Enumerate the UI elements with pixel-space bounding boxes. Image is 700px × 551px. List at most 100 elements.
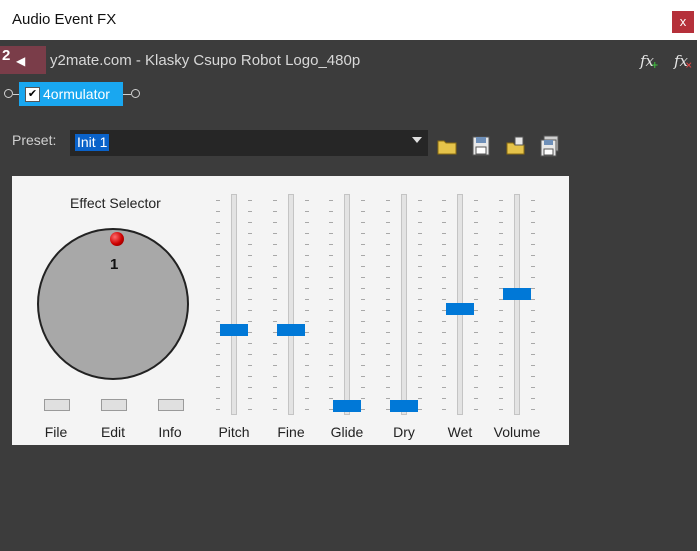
slider-tick <box>248 266 252 267</box>
slider-tick <box>386 387 390 388</box>
track-badge[interactable]: 2 ◀ <box>0 46 46 74</box>
slider-tick <box>305 288 309 289</box>
slider-tick <box>305 200 309 201</box>
slider-tick <box>273 222 277 223</box>
slider-tick <box>329 211 333 212</box>
slider-tick <box>273 354 277 355</box>
slider-tick <box>361 299 365 300</box>
slider-tick <box>418 288 422 289</box>
plus-icon: + <box>651 61 659 71</box>
copy-preset-icon[interactable] <box>504 135 526 157</box>
effect-selector-title: Effect Selector <box>70 195 161 211</box>
dry-slider-thumb[interactable] <box>390 400 418 412</box>
slider-tick <box>273 299 277 300</box>
slider-tick <box>216 222 220 223</box>
close-button[interactable]: x <box>672 11 694 33</box>
slider-tick <box>329 343 333 344</box>
slider-tick <box>386 343 390 344</box>
pitch-label: Pitch <box>218 424 250 440</box>
slider-tick <box>474 332 478 333</box>
fx-add-icon[interactable]: fx + <box>640 52 659 71</box>
slider-tick <box>474 387 478 388</box>
effect-selector-knob[interactable] <box>37 228 189 380</box>
slider-tick <box>248 398 252 399</box>
slider-tick <box>499 233 503 234</box>
slider-tick <box>499 200 503 201</box>
slider-tick <box>418 255 422 256</box>
slider-tick <box>442 200 446 201</box>
slider-tick <box>248 387 252 388</box>
slider-tick <box>329 387 333 388</box>
plugin-chip[interactable]: ✔ 4ormulator <box>19 82 123 106</box>
slider-tick <box>329 222 333 223</box>
slider-tick <box>216 376 220 377</box>
slider-tick <box>361 266 365 267</box>
slider-tick <box>273 321 277 322</box>
slider-tick <box>273 387 277 388</box>
slider-tick <box>474 200 478 201</box>
slider-tick <box>531 321 535 322</box>
slider-tick <box>273 376 277 377</box>
slider-tick <box>273 288 277 289</box>
slider-tick <box>216 321 220 322</box>
slider-tick <box>329 255 333 256</box>
volume-slider-thumb[interactable] <box>503 287 531 300</box>
slider-tick <box>418 200 422 201</box>
glide-slider-thumb[interactable] <box>333 400 361 412</box>
info-button[interactable] <box>158 399 184 411</box>
wet-slider-thumb[interactable] <box>446 302 474 315</box>
slider-tick <box>418 343 422 344</box>
slider-tick <box>386 244 390 245</box>
slider-tick <box>305 354 309 355</box>
wet-label: Wet <box>447 424 473 440</box>
save-preset-icon[interactable] <box>470 135 492 157</box>
slider-tick <box>442 365 446 366</box>
slider-tick <box>273 244 277 245</box>
slider-tick <box>329 321 333 322</box>
window-title: Audio Event FX <box>12 11 117 28</box>
save-all-icon[interactable] <box>539 135 561 157</box>
pitch-slider-track[interactable] <box>231 194 237 415</box>
slider-tick <box>442 332 446 333</box>
fine-slider-thumb[interactable] <box>277 324 305 336</box>
slider-tick <box>273 365 277 366</box>
fx-remove-icon[interactable]: fx × <box>674 52 693 71</box>
slider-tick <box>418 409 422 410</box>
slider-tick <box>531 200 535 201</box>
slider-tick <box>248 222 252 223</box>
glide-slider-track[interactable] <box>344 194 350 415</box>
slider-tick <box>216 387 220 388</box>
slider-tick <box>499 277 503 278</box>
slider-tick <box>248 409 252 410</box>
pitch-slider-thumb[interactable] <box>220 324 248 336</box>
fine-slider-track[interactable] <box>288 194 294 415</box>
slider-tick <box>361 387 365 388</box>
slider-tick <box>474 211 478 212</box>
slider-tick <box>248 321 252 322</box>
slider-tick <box>442 299 446 300</box>
slider-tick <box>474 266 478 267</box>
slider-tick <box>361 288 365 289</box>
slider-tick <box>216 365 220 366</box>
preset-dropdown[interactable]: Init 1 <box>70 130 428 156</box>
slider-tick <box>361 244 365 245</box>
slider-tick <box>361 409 365 410</box>
plugin-enable-checkbox[interactable]: ✔ <box>25 87 40 102</box>
slider-tick <box>499 310 503 311</box>
slider-tick <box>305 376 309 377</box>
slider-tick <box>474 343 478 344</box>
folder-open-icon[interactable] <box>436 135 458 157</box>
slider-tick <box>531 354 535 355</box>
dry-slider-track[interactable] <box>401 194 407 415</box>
slider-tick <box>442 255 446 256</box>
slider-tick <box>273 233 277 234</box>
volume-slider-track[interactable] <box>514 194 520 415</box>
edit-button[interactable] <box>101 399 127 411</box>
slider-tick <box>499 266 503 267</box>
slider-tick <box>474 222 478 223</box>
plugin-label: 4ormulator <box>43 86 110 102</box>
slider-tick <box>329 277 333 278</box>
slider-tick <box>474 233 478 234</box>
file-button[interactable] <box>44 399 70 411</box>
slider-tick <box>248 211 252 212</box>
